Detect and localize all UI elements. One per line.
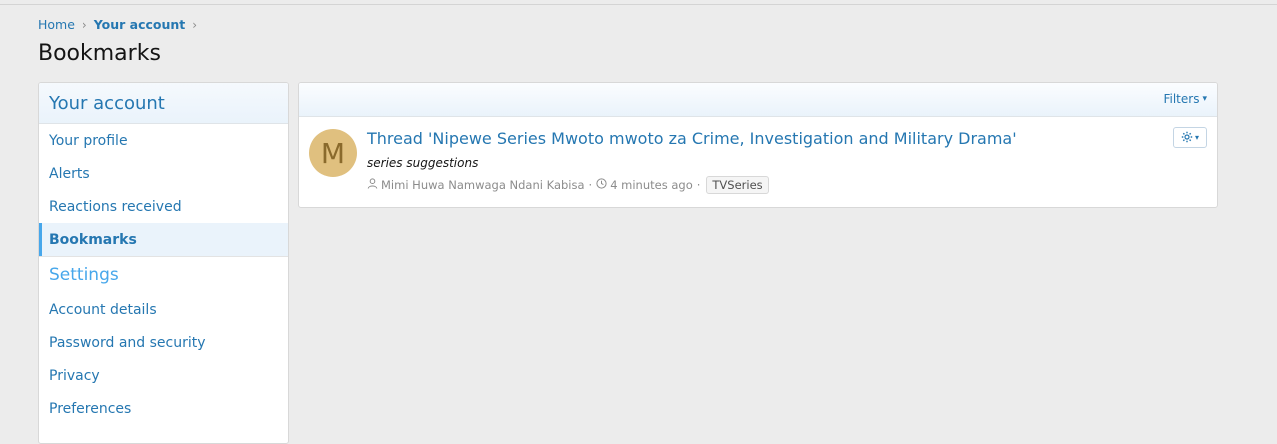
breadcrumb-home[interactable]: Home xyxy=(38,17,75,32)
bookmarks-panel: Filters ▾ M Thread 'Nipewe Series Mwoto … xyxy=(298,82,1218,208)
sidebar-item-password-and-security[interactable]: Password and security xyxy=(39,326,288,359)
bookmark-time: 4 minutes ago xyxy=(610,178,693,192)
breadcrumb-separator: › xyxy=(81,17,87,32)
sidebar-item-reactions-received[interactable]: Reactions received xyxy=(39,190,288,223)
meta-separator: · xyxy=(588,178,593,192)
account-sidebar: Your account Your profile Alerts Reactio… xyxy=(38,82,289,444)
breadcrumb-your-account[interactable]: Your account xyxy=(94,17,186,32)
tag-badge[interactable]: TVSeries xyxy=(706,176,769,194)
sidebar-item-preferences[interactable]: Preferences xyxy=(39,392,288,425)
chevron-down-icon: ▾ xyxy=(1194,133,1199,142)
avatar[interactable]: M xyxy=(309,129,357,177)
sidebar-item-bookmarks[interactable]: Bookmarks xyxy=(39,223,288,256)
bookmark-meta: Mimi Huwa Namwaga Ndani Kabisa · 4 minut… xyxy=(367,176,769,194)
filters-label: Filters xyxy=(1163,92,1200,106)
filters-button[interactable]: Filters ▾ xyxy=(1163,92,1207,106)
sidebar-header[interactable]: Your account xyxy=(39,83,288,124)
gear-icon xyxy=(1181,128,1193,147)
sidebar-item-your-profile[interactable]: Your profile xyxy=(39,124,288,157)
meta-separator: · xyxy=(696,178,701,192)
sidebar-item-account-details[interactable]: Account details xyxy=(39,293,288,326)
page-title: Bookmarks xyxy=(38,41,161,66)
bookmark-options-button[interactable]: ▾ xyxy=(1173,127,1207,148)
top-divider xyxy=(0,4,1277,5)
breadcrumb: Home › Your account › xyxy=(38,17,204,32)
bookmark-snippet: series suggestions xyxy=(367,156,479,170)
chevron-down-icon: ▾ xyxy=(1202,94,1207,104)
user-icon xyxy=(367,178,378,192)
thread-title-link[interactable]: Thread 'Nipewe Series Mwoto mwoto za Cri… xyxy=(367,129,1017,148)
clock-icon xyxy=(596,178,607,192)
sidebar-item-privacy[interactable]: Privacy xyxy=(39,359,288,392)
sidebar-settings-header: Settings xyxy=(39,256,288,293)
sidebar-item-alerts[interactable]: Alerts xyxy=(39,157,288,190)
filter-bar: Filters ▾ xyxy=(299,83,1217,117)
bookmark-item: M Thread 'Nipewe Series Mwoto mwoto za C… xyxy=(299,117,1217,207)
breadcrumb-separator: › xyxy=(192,17,198,32)
bookmark-author[interactable]: Mimi Huwa Namwaga Ndani Kabisa xyxy=(381,178,585,192)
